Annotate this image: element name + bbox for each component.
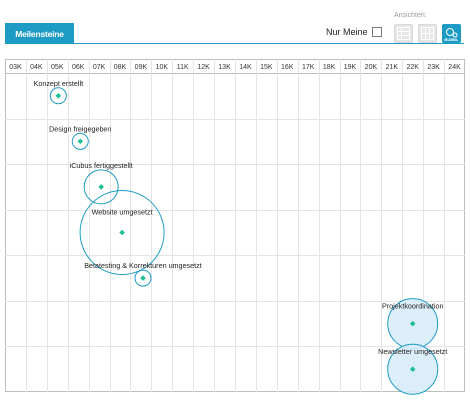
milestone-label: iCubus fertiggestellt xyxy=(70,161,133,170)
x-tick-label: 06K xyxy=(72,64,85,71)
x-tick-label: 23K xyxy=(427,64,440,71)
x-tick-label: 20K xyxy=(365,64,378,71)
x-tick-label: 08K xyxy=(114,64,127,71)
x-tick-label: 18K xyxy=(323,64,336,71)
x-tick-label: 05K xyxy=(51,64,64,71)
x-tick-label: 17K xyxy=(302,64,315,71)
milestone-label: Betatesting & Korrekturen umgesetzt xyxy=(84,261,201,270)
milestone-label: Design freigegeben xyxy=(49,124,111,133)
milestone-label: Website umgesetzt xyxy=(92,208,153,217)
x-tick-label: 07K xyxy=(93,64,106,71)
milestone-bubble-chart: 03K 04K 05K 06K 07K 08K 09K 10K 11K 12K 13K 14K 15K 1… xyxy=(5,59,465,395)
x-tick-label: 14K xyxy=(239,64,252,71)
milestone-label: Newsletter umgesetzt xyxy=(378,347,447,356)
milestone-label: Projektkoordination xyxy=(382,302,444,311)
x-tick-label: 16K xyxy=(281,64,294,71)
milestone-label: Konzept erstellt xyxy=(34,79,84,88)
x-tick-label: 03K xyxy=(9,64,22,71)
x-tick-label: 22K xyxy=(406,64,419,71)
x-tick-label: 21K xyxy=(386,64,399,71)
x-tick-label: 09K xyxy=(135,64,148,71)
x-tick-label: 04K xyxy=(30,64,43,71)
x-tick-label: 15K xyxy=(260,64,273,71)
x-tick-label: 12K xyxy=(197,64,210,71)
x-tick-label: 24K xyxy=(448,64,461,71)
x-tick-label: 13K xyxy=(218,64,231,71)
x-tick-label: 10K xyxy=(156,64,169,71)
x-tick-label: 19K xyxy=(344,64,357,71)
x-tick-label: 11K xyxy=(177,64,189,71)
